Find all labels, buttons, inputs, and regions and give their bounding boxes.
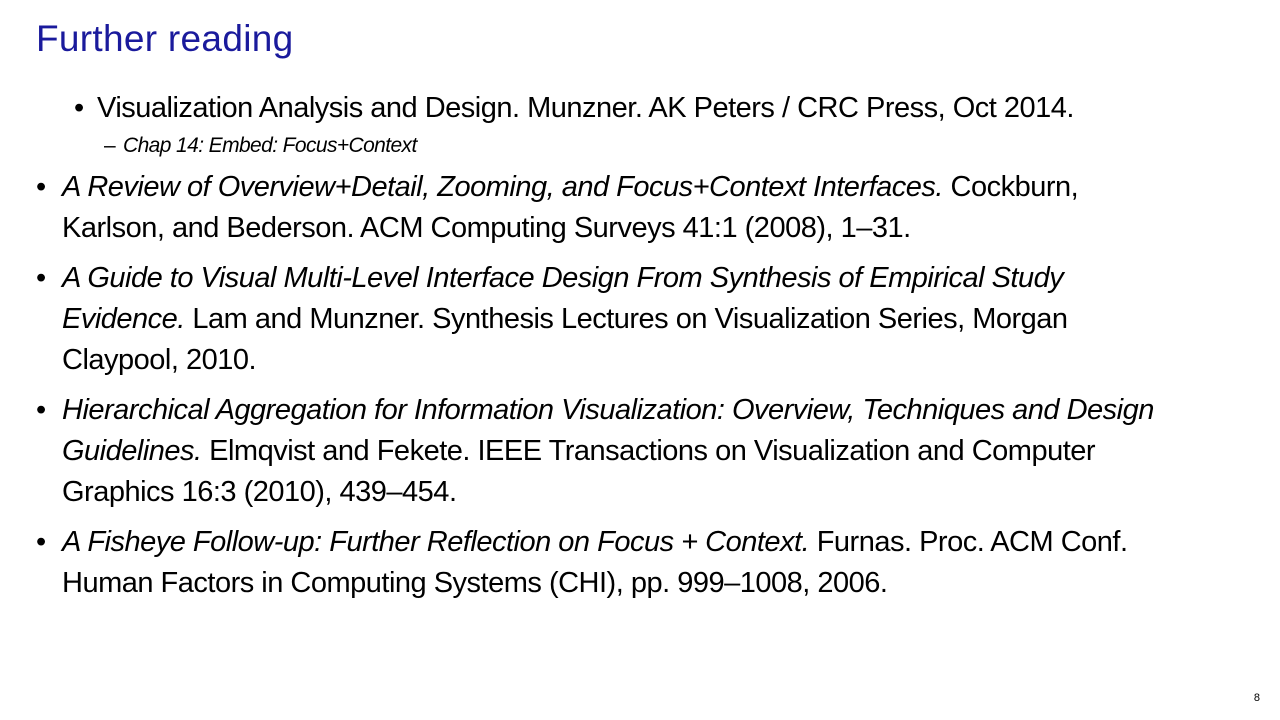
slide-title: Further reading	[36, 18, 294, 59]
reference-authors: Elmqvist and Fekete. IEEE Transactions o…	[201, 435, 1096, 467]
page-number: 8	[1253, 692, 1260, 704]
bullet-icon: •	[74, 92, 84, 124]
bullet-icon: •	[36, 394, 46, 426]
reference-subitem: – Chap 14: Embed: Focus+Context	[0, 131, 1280, 161]
reference-title-end: Evidence.	[62, 303, 185, 335]
reference-line: Evidence. Lam and Munzner. Synthesis Lec…	[62, 299, 1280, 340]
reference-title: A Guide to Visual Multi-Level Interface …	[62, 262, 1064, 294]
dash-icon: –	[104, 134, 116, 157]
reference-line: Human Factors in Computing Systems (CHI)…	[62, 567, 888, 599]
reference-subitem-text: Chap 14: Embed: Focus+Context	[123, 134, 417, 157]
reference-item: • A Fisheye Follow-up: Further Reflectio…	[0, 522, 1280, 604]
bullet-icon: •	[36, 262, 46, 294]
bullet-icon: •	[36, 526, 46, 558]
reference-line: A Fisheye Follow-up: Further Reflection …	[62, 522, 1280, 563]
reference-item: • A Review of Overview+Detail, Zooming, …	[0, 167, 1280, 249]
reference-item: • Visualization Analysis and Design. Mun…	[0, 88, 1280, 129]
reference-title: A Fisheye Follow-up: Further Reflection …	[62, 526, 810, 558]
reference-authors: Furnas. Proc. ACM Conf.	[809, 526, 1128, 558]
reference-line: Claypool, 2010.	[62, 344, 257, 376]
reference-title-end: Guidelines.	[62, 435, 202, 467]
reference-title: A Review of Overview+Detail, Zooming, an…	[62, 171, 943, 203]
bullet-icon: •	[36, 171, 46, 203]
reference-line: Graphics 16:3 (2010), 439–454.	[62, 476, 457, 508]
reference-line: A Review of Overview+Detail, Zooming, an…	[62, 167, 1280, 208]
reference-line: Karlson, and Bederson. ACM Computing Sur…	[62, 212, 911, 244]
reference-title: Hierarchical Aggregation for Information…	[62, 394, 1154, 426]
reference-item: • A Guide to Visual Multi-Level Interfac…	[0, 258, 1280, 381]
slide: Further reading • Visualization Analysis…	[0, 0, 1280, 720]
reference-authors: Cockburn,	[942, 171, 1079, 203]
reference-line: Guidelines. Elmqvist and Fekete. IEEE Tr…	[62, 431, 1280, 472]
reference-authors: Lam and Munzner. Synthesis Lectures on V…	[184, 303, 1068, 335]
reference-list: • Visualization Analysis and Design. Mun…	[0, 88, 1280, 604]
reference-item: • Hierarchical Aggregation for Informati…	[0, 390, 1280, 513]
reference-text: Visualization Analysis and Design. Munzn…	[97, 92, 1074, 124]
